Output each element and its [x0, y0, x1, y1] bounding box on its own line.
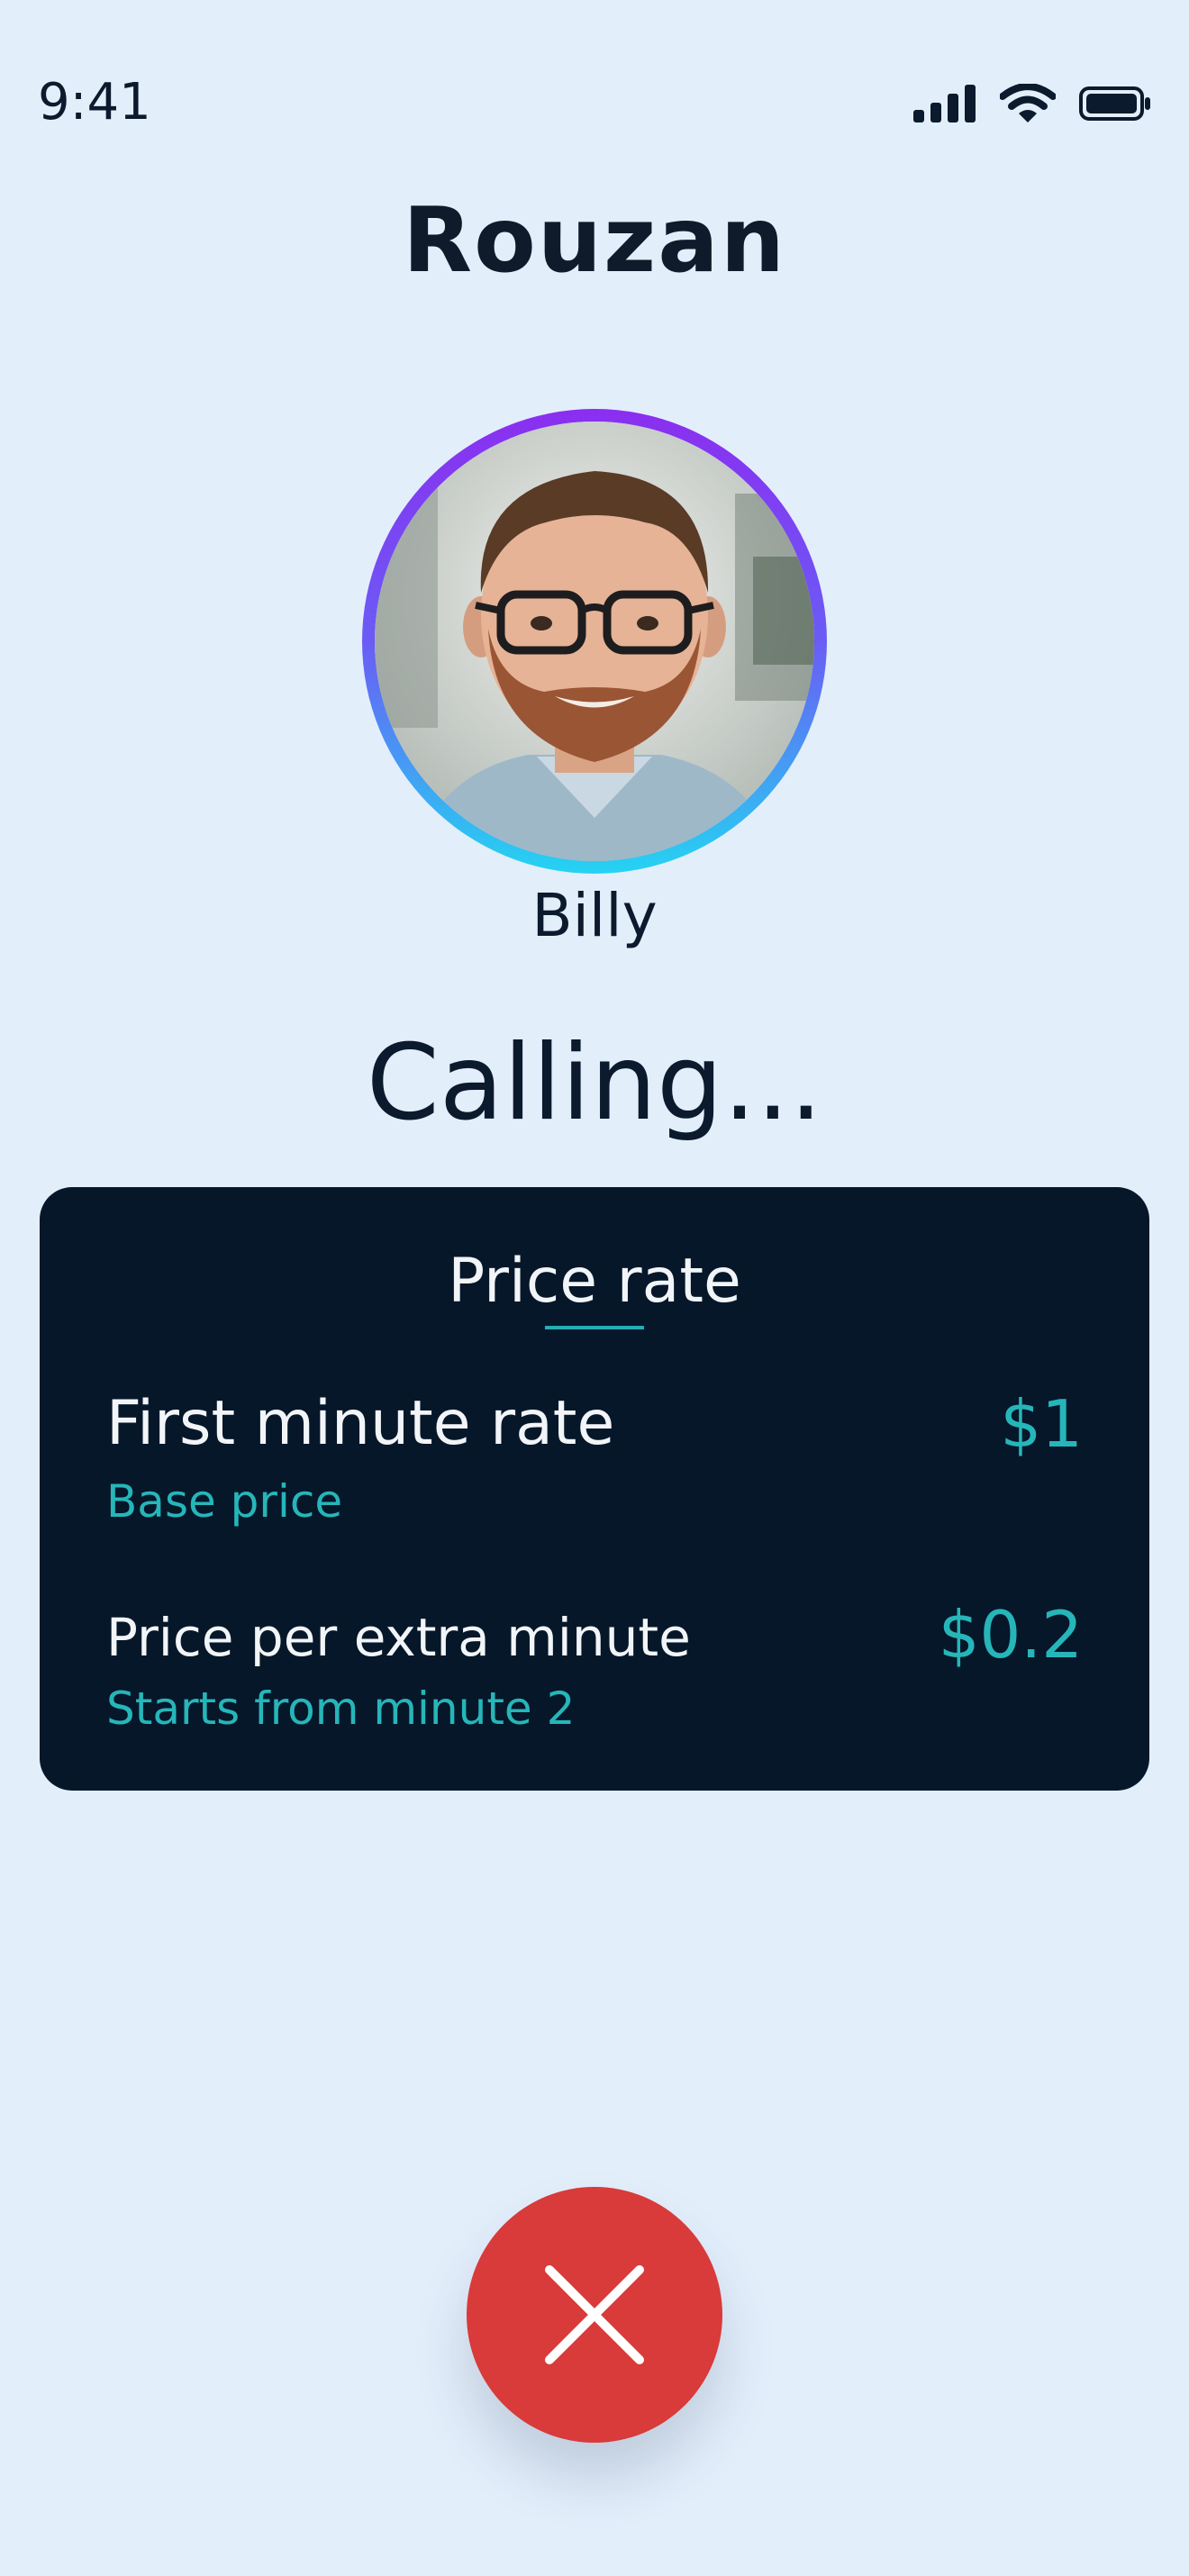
- brand-logo: Rouzan: [403, 187, 786, 293]
- contact-name: Billy: [531, 881, 658, 950]
- avatar: [375, 422, 814, 861]
- call-status: Calling...: [366, 1022, 823, 1144]
- avatar-ring: [362, 409, 827, 874]
- extra-minute-rate-value: $0.2: [938, 1597, 1083, 1673]
- price-rate-card: Price rate First minute rate Base price …: [40, 1187, 1149, 1791]
- end-call-button[interactable]: [467, 2187, 722, 2443]
- wifi-icon: [1000, 84, 1056, 123]
- card-title: Price rate: [448, 1246, 741, 1317]
- first-minute-rate-label: First minute rate: [106, 1388, 615, 1459]
- title-underline: [545, 1326, 644, 1329]
- first-minute-rate-value: $1: [1000, 1386, 1083, 1462]
- extra-minute-rate-sublabel: Starts from minute 2: [106, 1683, 576, 1735]
- status-icons: [913, 83, 1151, 124]
- cellular-signal-icon: [913, 85, 976, 122]
- close-icon: [545, 2265, 644, 2364]
- battery-icon: [1079, 86, 1151, 122]
- extra-minute-rate-label: Price per extra minute: [106, 1607, 691, 1668]
- first-minute-rate-sublabel: Base price: [106, 1475, 343, 1528]
- status-time: 9:41: [38, 73, 151, 132]
